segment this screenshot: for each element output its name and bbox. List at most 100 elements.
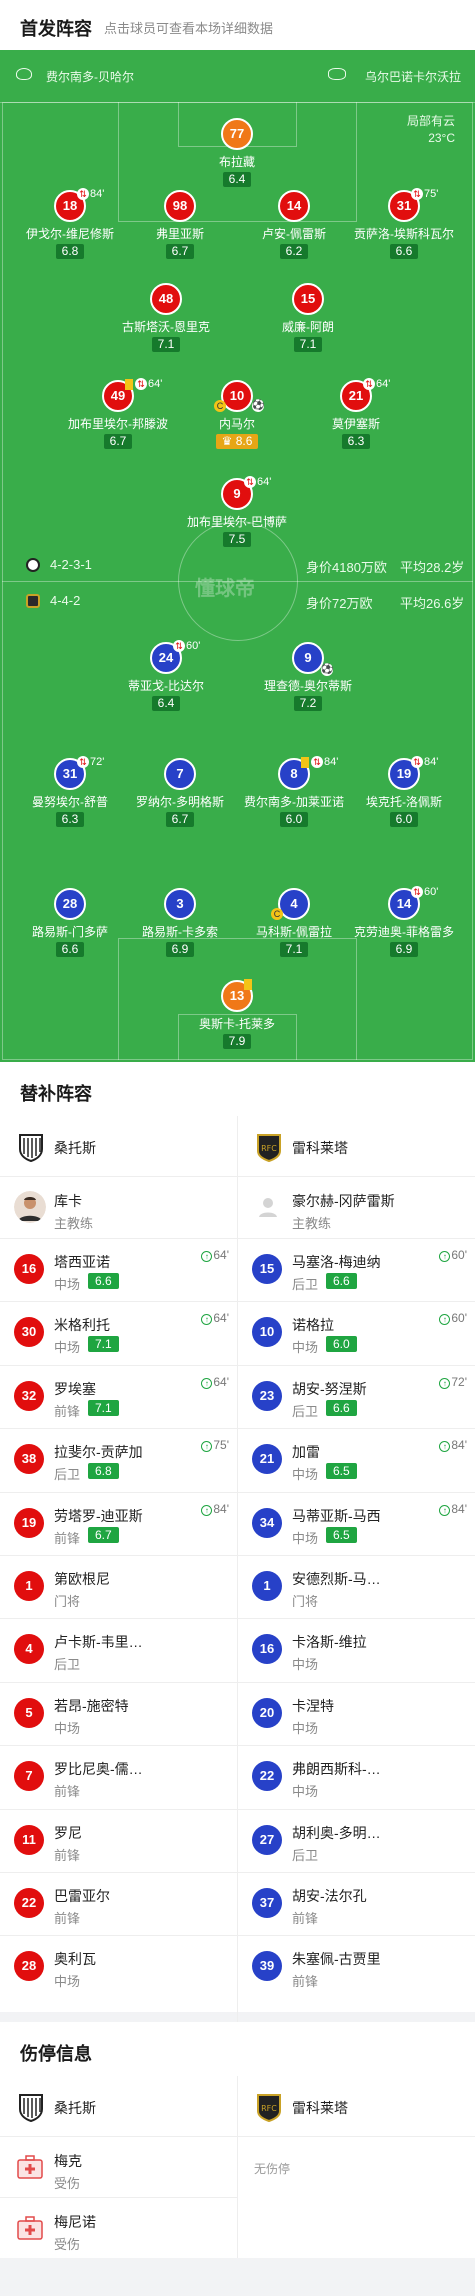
sub-player-row[interactable]: 37 胡安-法尔孔 前锋	[238, 1872, 475, 1935]
shirt-number: 15	[252, 1254, 282, 1284]
sub-player-name: 安德烈斯-马…	[292, 1571, 381, 1587]
player-away[interactable]: 3 路易斯-卡多索 6.9	[115, 888, 245, 958]
away-coach[interactable]: 豪尔赫-冈萨雷斯 主教练	[238, 1177, 475, 1237]
sub-event: ⇅ 72'	[77, 756, 104, 769]
sub-player-row[interactable]: 32 罗埃塞 前锋 7.1 ↑ 64'	[0, 1364, 237, 1428]
home-injury-team-row[interactable]: 桑托斯	[0, 2076, 237, 2136]
sub-player-name: 胡安-法尔孔	[292, 1888, 367, 1904]
sub-player-row[interactable]: 22 巴雷亚尔 前锋	[0, 1872, 237, 1935]
away-team-name: 乌尔巴诺卡尔沃拉	[364, 70, 461, 84]
player-home[interactable]: 9 ⇅ 64' 加布里埃尔-巴博萨 7.5	[172, 476, 302, 548]
sub-player-position: 中场	[292, 1784, 319, 1800]
shirt-number: 22	[14, 1888, 44, 1918]
weather-temp: 23°C	[428, 131, 455, 145]
sub-player-position: 前锋	[54, 1530, 81, 1546]
sub-player-row[interactable]: 1 第欧根尼 门将	[0, 1555, 237, 1618]
home-jersey-icon	[16, 68, 32, 80]
sub-player-rating: 7.1	[88, 1399, 119, 1416]
shirt-number: 30	[14, 1317, 44, 1348]
player-away[interactable]: 9 ⚽ 理查德-奥尔蒂斯 7.2	[243, 642, 373, 712]
sub-player-row[interactable]: 22 弗朗西斯科-… 中场	[238, 1745, 475, 1808]
sub-player-rating: 6.5	[326, 1526, 357, 1543]
goal-icon: ⚽	[252, 400, 265, 412]
player-home[interactable]: 49 ⇅ 64' 加布里埃尔-邦滕波 6.7	[53, 378, 183, 450]
away-injury-team-row[interactable]: RFC 雷科莱塔	[238, 2076, 475, 2136]
captain-icon: C	[271, 908, 283, 920]
player-home[interactable]: 10 C ⚽ 内马尔 ♛ 8.6	[172, 380, 302, 450]
coach-avatar	[14, 1191, 46, 1223]
player-home[interactable]: 31 ⇅ 75' 贡萨洛-埃斯科瓦尔 6.6	[339, 188, 469, 260]
player-home[interactable]: 48 古斯塔沃-恩里克 7.1	[101, 283, 231, 353]
sub-player-rating: 6.8	[88, 1463, 119, 1480]
santos-badge-icon	[26, 558, 40, 572]
player-away[interactable]: 24 ⇅ 60' 蒂亚戈-比达尔 6.4	[101, 640, 231, 712]
sub-player-row[interactable]: 21 加雷 中场 6.5 ↑ 84'	[238, 1428, 475, 1491]
sub-player-row[interactable]: 28 奥利瓦 中场	[0, 1935, 237, 1998]
player-name: 加布里埃尔-邦滕波	[68, 417, 168, 431]
player-rating: 6.0	[389, 812, 419, 827]
sub-player-row[interactable]: 15 马塞洛-梅迪纳 后卫 6.6 ↑ 60'	[238, 1238, 475, 1301]
shirt-number: 9	[292, 642, 324, 674]
player-away[interactable]: 13 奥斯卡-托莱多 7.9	[172, 978, 302, 1050]
sub-player-position: 后卫	[292, 1847, 319, 1863]
player-name: 埃克托-洛佩斯	[366, 795, 442, 809]
injury-item[interactable]: 梅克 受伤	[0, 2137, 237, 2197]
player-home[interactable]: 77 布拉藏 6.4	[172, 118, 302, 188]
sub-player-row[interactable]: 11 罗尼 前锋	[0, 1808, 237, 1872]
away-team-row[interactable]: RFC 雷科莱塔	[238, 1116, 475, 1176]
player-rating: 6.9	[389, 942, 419, 957]
home-team-row[interactable]: 桑托斯	[0, 1116, 237, 1176]
sub-player-row[interactable]: 7 罗比尼奥-儒… 前锋	[0, 1745, 237, 1808]
shirt-number: 20	[252, 1697, 282, 1728]
player-rating: 6.9	[165, 942, 195, 957]
sub-player-position: 中场	[54, 1340, 81, 1356]
sub-player-position: 后卫	[54, 1657, 81, 1673]
sub-player-row[interactable]: 39 朱塞佩-古贾里 前锋	[238, 1935, 475, 1998]
shirt-number: 38	[14, 1444, 44, 1475]
sub-in-time: 84'	[213, 1501, 229, 1516]
sub-player-row[interactable]: 16 塔西亚诺 中场 6.6 ↑ 64'	[0, 1238, 237, 1301]
sub-out-icon: ⇅	[77, 756, 89, 769]
sub-player-row[interactable]: 19 劳塔罗-迪亚斯 前锋 6.7 ↑ 84'	[0, 1491, 237, 1555]
player-name: 贡萨洛-埃斯科瓦尔	[354, 227, 454, 241]
sub-player-row[interactable]: 10 诺格拉 中场 6.0 ↑ 60'	[238, 1301, 475, 1364]
player-away[interactable]: 19 ⇅ 84' 埃克托-洛佩斯 6.0	[339, 756, 469, 828]
santos-badge-icon	[19, 2094, 43, 2122]
home-coach[interactable]: 库卡 主教练	[0, 1177, 237, 1237]
player-home[interactable]: 98 弗里亚斯 6.7	[115, 190, 245, 260]
sub-event: ⇅ 60'	[411, 886, 438, 899]
player-name: 蒂亚戈-比达尔	[128, 679, 204, 693]
yellow-card-icon	[125, 378, 133, 390]
sub-player-name: 罗埃塞	[54, 1380, 96, 1397]
sub-in-minute: ↑ 60'	[439, 1248, 467, 1262]
sub-player-row[interactable]: 4 卢卡斯-韦里… 后卫	[0, 1618, 237, 1681]
player-rating: 6.6	[389, 244, 419, 259]
injury-item[interactable]: 梅尼诺 受伤	[0, 2198, 237, 2258]
sub-minute: 84'	[424, 756, 439, 768]
player-home[interactable]: 21 ⇅ 64' 莫伊塞斯 6.3	[291, 378, 421, 450]
sub-player-row[interactable]: 34 马蒂亚斯-马西 中场 6.5 ↑ 84'	[238, 1491, 475, 1555]
substitutes-title: 替补阵容	[20, 1084, 92, 1104]
player-home[interactable]: 15 威廉-阿朗 7.1	[243, 283, 373, 353]
sub-player-row[interactable]: 30 米格利托 中场 7.1 ↑ 64'	[0, 1301, 237, 1364]
sub-player-row[interactable]: 16 卡洛斯-维拉 中场	[238, 1618, 475, 1681]
sub-player-row[interactable]: 1 安德烈斯-马… 门将	[238, 1555, 475, 1618]
sub-player-position: 前锋	[54, 1847, 81, 1863]
away-coach-role: 主教练	[292, 1216, 332, 1231]
sub-in-icon: ↑	[439, 1314, 451, 1326]
sub-out-icon: ⇅	[411, 756, 423, 769]
sub-out-icon: ⇅	[311, 756, 323, 769]
sub-player-row[interactable]: 23 胡安-努涅斯 后卫 6.6 ↑ 72'	[238, 1364, 475, 1428]
page-title: 首发阵容	[20, 19, 92, 39]
player-away[interactable]: 14 ⇅ 60' 克劳迪奥-菲格雷多 6.9	[339, 886, 469, 958]
player-away[interactable]: 7 罗纳尔-多明格斯 6.7	[115, 758, 245, 828]
player-rating: 6.2	[279, 244, 309, 259]
player-name: 路易斯-卡多索	[142, 925, 218, 939]
player-rating: 6.0	[279, 812, 309, 827]
sub-player-row[interactable]: 20 卡涅特 中场	[238, 1681, 475, 1745]
home-injury-team-label: 桑托斯	[54, 2100, 96, 2116]
sub-player-row[interactable]: 38 拉斐尔-贡萨加 后卫 6.8 ↑ 75'	[0, 1428, 237, 1491]
sub-player-row[interactable]: 5 若昂-施密特 中场	[0, 1681, 237, 1745]
sub-event: ⇅ 84'	[411, 756, 439, 769]
sub-player-row[interactable]: 27 胡利奥-多明… 后卫	[238, 1808, 475, 1872]
